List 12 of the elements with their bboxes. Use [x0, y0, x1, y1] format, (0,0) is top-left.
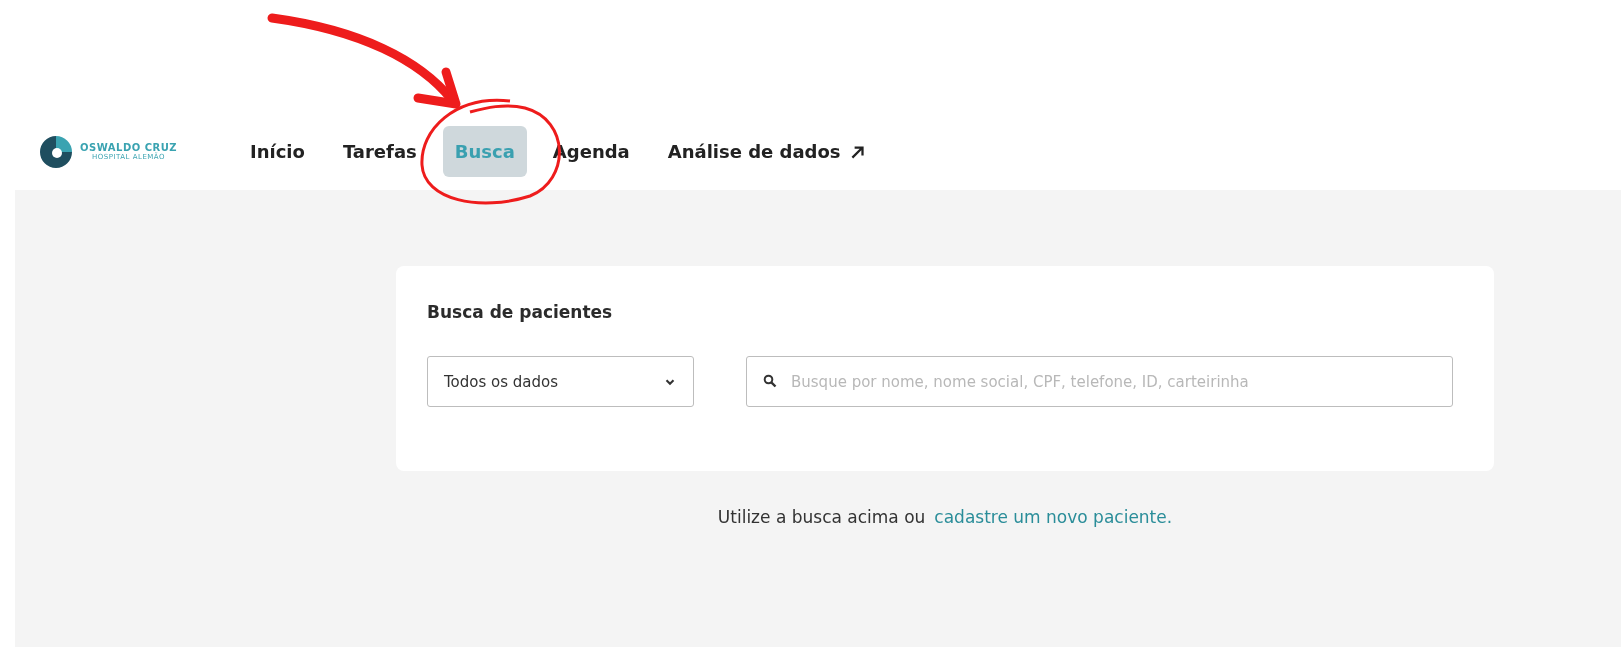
- nav-tab[interactable]: Tarefas: [330, 126, 429, 177]
- logo-name: OSWALDO CRUZ: [80, 142, 178, 153]
- hint-text: Utilize a busca acima ou: [717, 507, 926, 527]
- register-patient-link[interactable]: cadastre um novo paciente: [934, 507, 1167, 527]
- hint-period: .: [1166, 507, 1173, 527]
- search-field[interactable]: Busque por nome, nome social, CPF, telefone, ID, carteirinha: [746, 356, 1453, 407]
- search-icon: [763, 374, 777, 388]
- nav-tab[interactable]: Análise de dados: [655, 126, 879, 177]
- nav-tab[interactable]: Início: [238, 126, 317, 177]
- filter-dropdown[interactable]: Todos os dados: [427, 356, 694, 407]
- card-title: Busca de pacientes: [427, 302, 614, 322]
- logo-icon: [38, 133, 74, 170]
